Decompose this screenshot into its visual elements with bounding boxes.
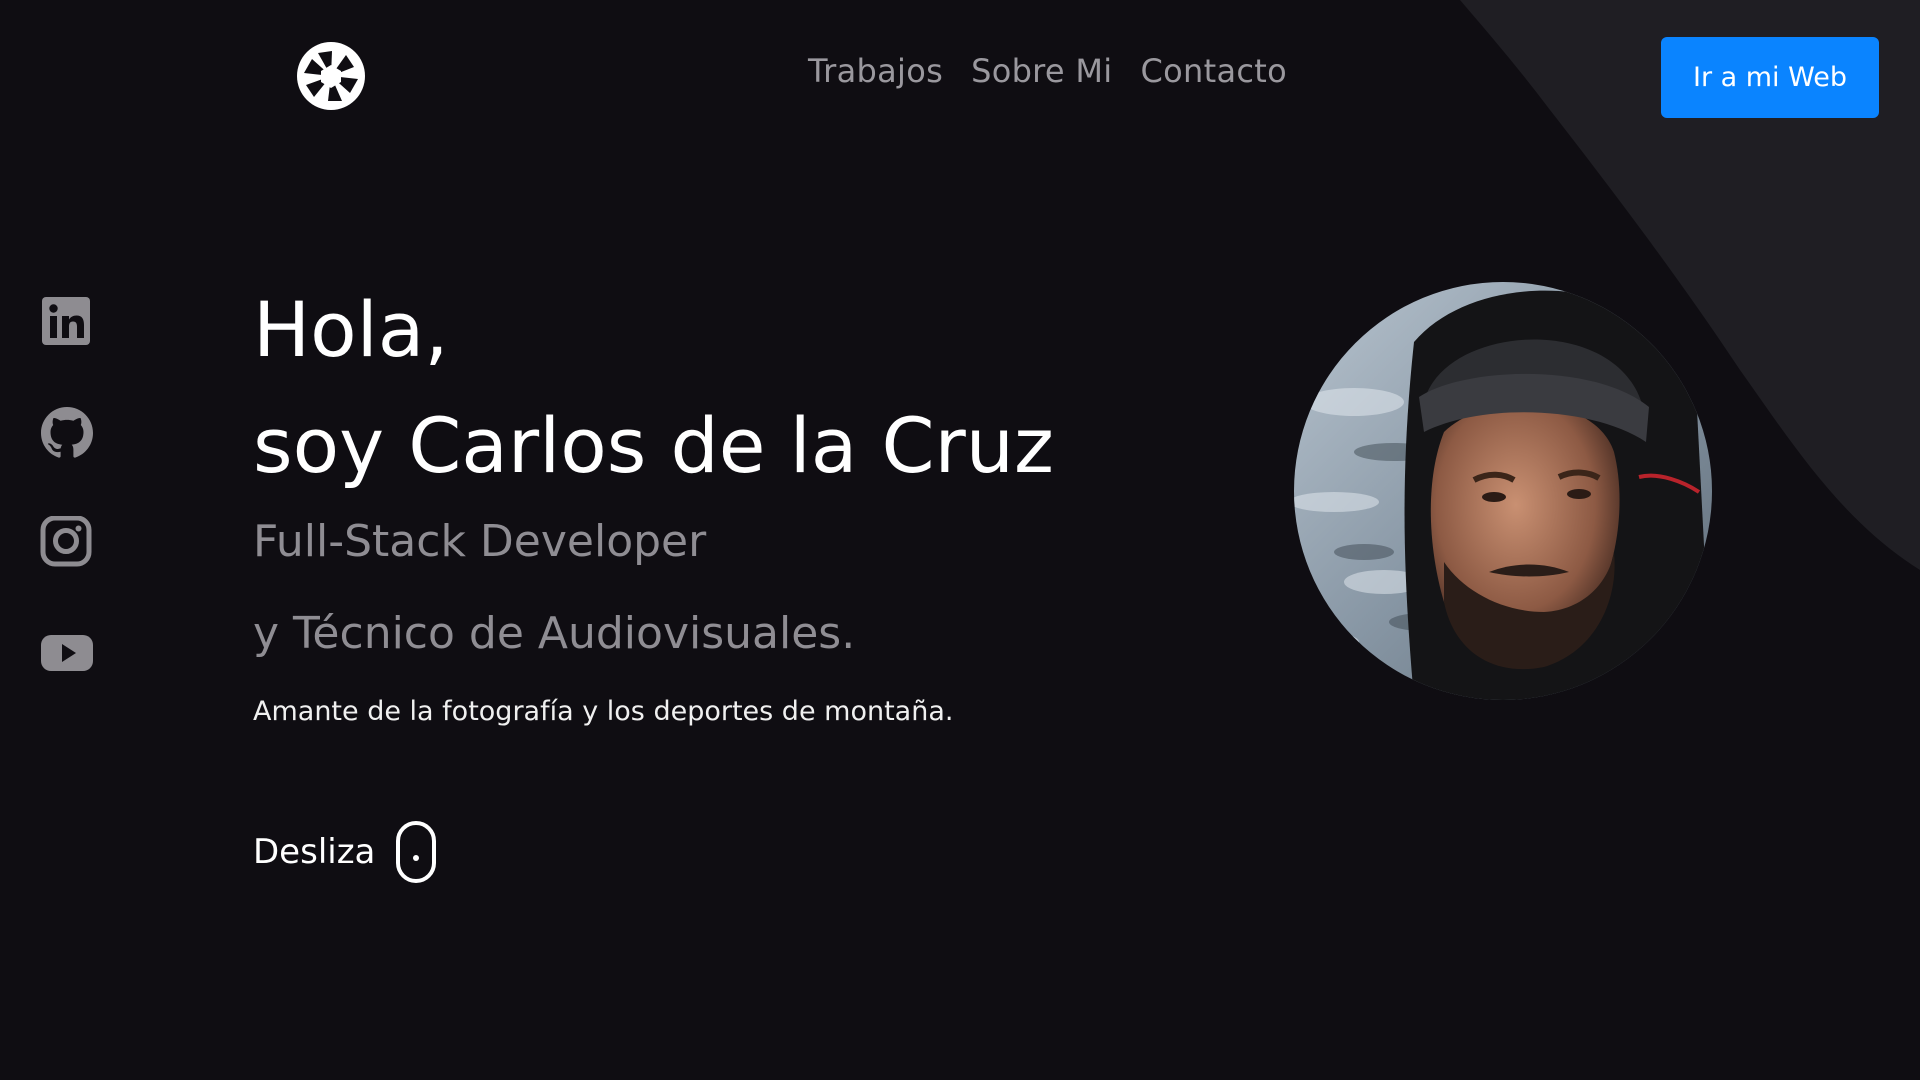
scroll-indicator[interactable]: Desliza [253,820,437,884]
mouse-icon [396,821,437,883]
main-nav: Trabajos Sobre Mi Contacto [808,52,1287,90]
nav-link-contacto[interactable]: Contacto [1141,52,1287,90]
logo[interactable] [296,41,366,111]
linkedin-icon[interactable] [40,296,94,348]
social-links [40,296,94,678]
instagram-icon[interactable] [40,516,94,568]
profile-photo [1294,282,1712,700]
hero-name: soy Carlos de la Cruz [253,401,1054,490]
hero-tagline: Amante de la fotografía y los deportes d… [253,696,954,727]
youtube-icon[interactable] [40,626,94,678]
nav-link-sobre-mi[interactable]: Sobre Mi [971,52,1112,90]
camera-aperture-icon [297,42,365,110]
scroll-label: Desliza [253,832,376,872]
hero-role-line2: y Técnico de Audiovisuales. [253,608,856,659]
page: Trabajos Sobre Mi Contacto Ir a mi Web H… [0,0,1920,1080]
nav-link-trabajos[interactable]: Trabajos [808,52,943,90]
hero-greeting: Hola, [253,285,449,374]
github-icon[interactable] [40,406,94,458]
hero-role-line1: Full-Stack Developer [253,516,707,567]
go-to-web-button[interactable]: Ir a mi Web [1661,37,1879,118]
